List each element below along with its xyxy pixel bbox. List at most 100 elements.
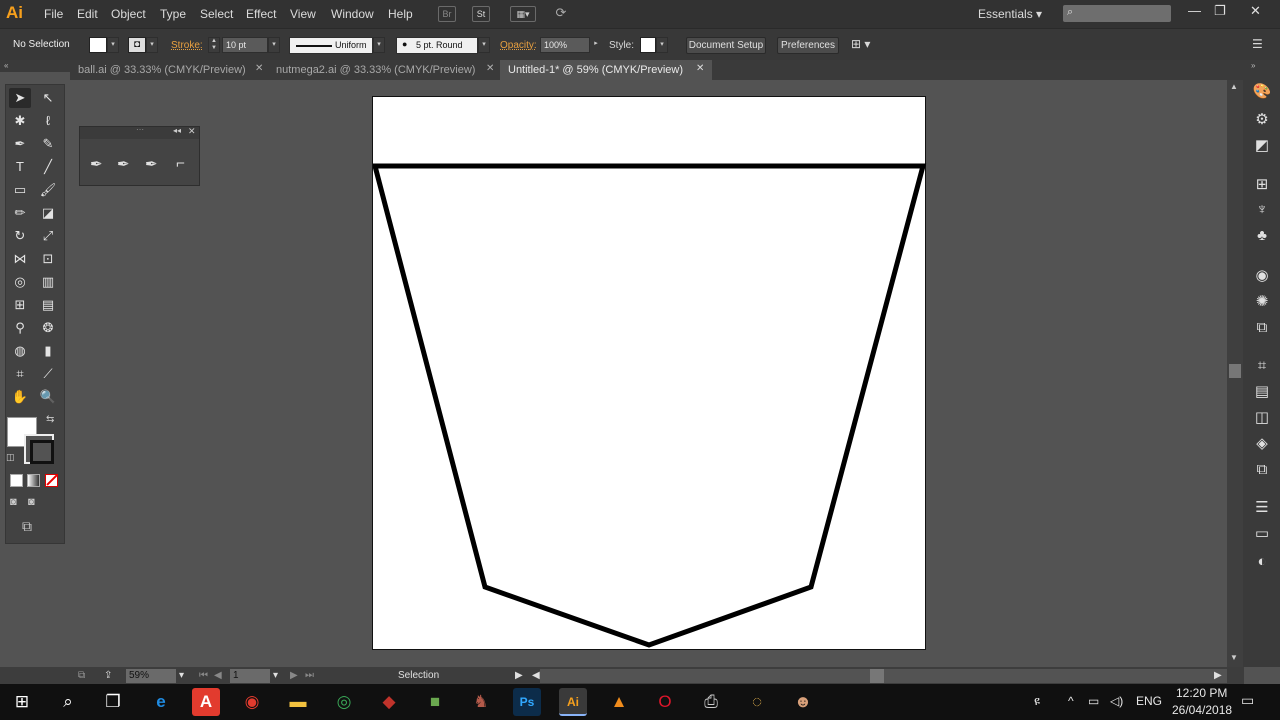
- status-menu-arrow[interactable]: ▶: [515, 670, 523, 681]
- brush-dropdown[interactable]: ▾: [478, 37, 490, 53]
- brushes-icon[interactable]: ♆: [1252, 200, 1272, 220]
- minimize-button[interactable]: —: [1188, 3, 1201, 18]
- stroke-weight-dropdown[interactable]: ▾: [268, 37, 280, 53]
- search-taskbar-icon[interactable]: ⌕: [54, 688, 82, 716]
- magic-wand-tool-icon[interactable]: ✱: [9, 111, 31, 131]
- gradient-panel-icon[interactable]: ▭: [1252, 524, 1272, 544]
- zoom-dropdown-icon[interactable]: ▾: [179, 670, 184, 681]
- opacity-slider-arrow[interactable]: ▸: [590, 37, 602, 53]
- menu-object[interactable]: Object: [111, 7, 146, 21]
- scroll-up-icon[interactable]: ▲: [1230, 82, 1238, 91]
- gradient-tool-icon[interactable]: ▤: [37, 295, 59, 315]
- search-input[interactable]: ⌕: [1063, 5, 1171, 22]
- hand-tool-icon[interactable]: ✋: [9, 387, 31, 407]
- artboard-nav-icon[interactable]: ⧉: [78, 670, 85, 681]
- pen-tool-icon[interactable]: ✒: [9, 134, 31, 154]
- direct-selection-tool-icon[interactable]: ↖: [37, 88, 59, 108]
- network-icon[interactable]: ▭: [1088, 694, 1099, 708]
- width-tool-icon[interactable]: ⋈: [9, 249, 31, 269]
- illustrator-taskbar-icon[interactable]: Ai: [559, 688, 587, 716]
- menu-select[interactable]: Select: [200, 7, 233, 21]
- horizontal-scroll-thumb[interactable]: [870, 669, 884, 683]
- delete-anchor-point-icon[interactable]: ✒: [145, 155, 158, 173]
- appearance-icon[interactable]: ✺: [1252, 292, 1272, 312]
- transparency-icon[interactable]: ◐: [1252, 552, 1272, 572]
- opera-icon[interactable]: O: [651, 688, 679, 716]
- last-artboard-icon[interactable]: ⏭: [305, 670, 314, 681]
- pen-tool-icon[interactable]: ✒: [90, 155, 103, 173]
- document-setup-button[interactable]: Document Setup: [686, 37, 766, 54]
- menu-effect[interactable]: Effect: [246, 7, 276, 21]
- none-mode-icon[interactable]: [45, 474, 58, 487]
- preferences-button[interactable]: Preferences: [777, 37, 839, 54]
- color-mode-icon[interactable]: [10, 474, 23, 487]
- panel-collapse-icon[interactable]: ◂◂: [173, 126, 181, 135]
- artboard-tool-icon[interactable]: ⌗: [9, 364, 31, 384]
- eraser-tool-icon[interactable]: ◪: [37, 203, 59, 223]
- file-explorer-icon[interactable]: ▬: [284, 688, 312, 716]
- minecraft-icon[interactable]: ■: [421, 688, 449, 716]
- variable-width-profile[interactable]: Uniform: [289, 37, 373, 54]
- swatches-icon[interactable]: ◩: [1252, 136, 1272, 156]
- add-anchor-point-icon[interactable]: ✒: [117, 155, 130, 173]
- language-indicator[interactable]: ENG: [1136, 694, 1162, 708]
- pathfinder-icon[interactable]: ◫: [1252, 408, 1272, 428]
- gpu-performance-icon[interactable]: ⟳: [551, 6, 571, 22]
- column-graph-tool-icon[interactable]: ▮: [37, 341, 59, 361]
- libraries-icon[interactable]: ◉: [1252, 266, 1272, 286]
- printer-app-icon[interactable]: ⎙: [697, 688, 725, 716]
- graphic-styles-icon[interactable]: ⧉: [1252, 318, 1272, 338]
- align-icon[interactable]: ▤: [1252, 382, 1272, 402]
- tab-close-icon[interactable]: ✕: [255, 63, 263, 74]
- blend-tool-icon[interactable]: ❂: [37, 318, 59, 338]
- panel-close-icon[interactable]: ✕: [188, 126, 196, 137]
- restore-button[interactable]: ❐: [1214, 3, 1226, 19]
- dota-icon[interactable]: ◆: [375, 688, 403, 716]
- close-button[interactable]: ✕: [1250, 3, 1261, 19]
- artboards-icon[interactable]: ⧉: [1252, 460, 1272, 480]
- autocad-icon[interactable]: A: [192, 688, 220, 716]
- scroll-down-icon[interactable]: ▼: [1230, 653, 1238, 662]
- mesh-tool-icon[interactable]: ⊞: [9, 295, 31, 315]
- fill-dropdown[interactable]: ▾: [107, 37, 119, 53]
- menu-file[interactable]: File: [44, 7, 63, 21]
- lasso-tool-icon[interactable]: ℓ: [37, 111, 59, 131]
- menu-window[interactable]: Window: [331, 7, 374, 21]
- perspective-grid-tool-icon[interactable]: ▥: [37, 272, 59, 292]
- pencil-tool-icon[interactable]: ✏: [9, 203, 31, 223]
- color-panel-icon[interactable]: 🎨: [1252, 82, 1272, 102]
- volume-icon[interactable]: ◁): [1110, 694, 1123, 708]
- stock-icon[interactable]: St: [472, 6, 490, 22]
- task-view-icon[interactable]: ❐: [99, 688, 127, 716]
- brush-definition[interactable]: ● 5 pt. Round: [396, 37, 478, 54]
- stroke-label[interactable]: Stroke:: [171, 40, 203, 51]
- tab-nutmega2[interactable]: nutmega2.ai @ 33.33% (CMYK/Preview): [268, 60, 500, 80]
- menu-help[interactable]: Help: [388, 7, 413, 21]
- prev-artboard-icon[interactable]: ◀: [214, 670, 222, 681]
- menu-edit[interactable]: Edit: [77, 7, 98, 21]
- screen-mode-icon[interactable]: ⧉: [22, 518, 32, 535]
- photo-app-icon[interactable]: ☻: [789, 688, 817, 716]
- curvature-tool-icon[interactable]: ✎: [37, 134, 59, 154]
- gradient-mode-icon[interactable]: [27, 474, 40, 487]
- free-transform-tool-icon[interactable]: ⊡: [37, 249, 59, 269]
- pen-panel-header[interactable]: ⋯ ◂◂ ✕: [80, 125, 199, 139]
- symbol-sprayer-tool-icon[interactable]: ◍: [9, 341, 31, 361]
- game-app-icon[interactable]: ♞: [467, 688, 495, 716]
- anchor-point-tool-icon[interactable]: ⌐: [176, 155, 185, 172]
- type-tool-icon[interactable]: T: [9, 157, 31, 177]
- arrange-icon[interactable]: ⊞ ▾: [851, 37, 870, 51]
- scroll-right-icon[interactable]: ▶: [1214, 670, 1222, 681]
- stroke-panel-icon[interactable]: ☰: [1252, 498, 1272, 518]
- tab-close-icon[interactable]: ✕: [696, 63, 704, 74]
- pocket-path[interactable]: [373, 163, 927, 648]
- pocket-shape-drawing[interactable]: [373, 97, 927, 651]
- fill-color-swatch[interactable]: [89, 37, 107, 53]
- rotate-tool-icon[interactable]: ↻: [9, 226, 31, 246]
- toolbar-collapse-handle[interactable]: «: [0, 60, 70, 72]
- opacity-label[interactable]: Opacity:: [500, 40, 537, 51]
- photoshop-icon[interactable]: Ps: [513, 688, 541, 716]
- artboard-number-field[interactable]: 1: [230, 669, 270, 683]
- symbols-icon[interactable]: ♣: [1252, 226, 1272, 246]
- tab-untitled-1[interactable]: Untitled-1* @ 59% (CMYK/Preview): [500, 60, 712, 80]
